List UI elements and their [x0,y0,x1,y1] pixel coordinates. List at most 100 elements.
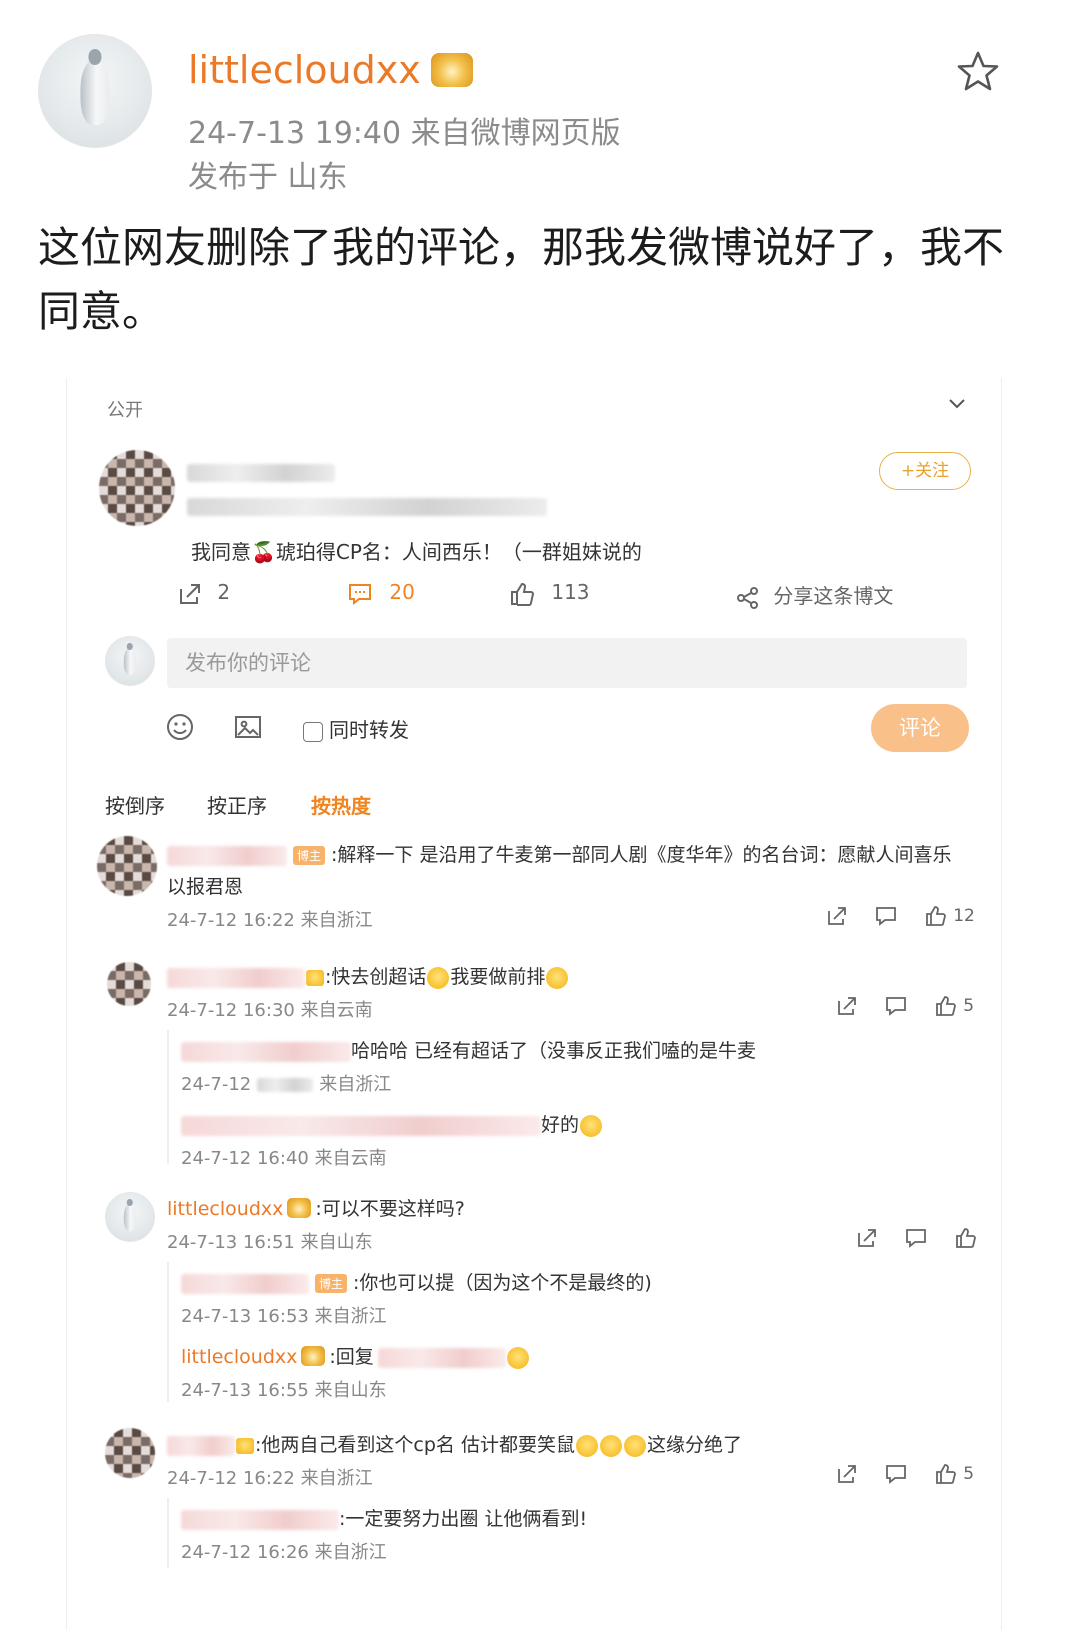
reply-meta-location: 来自浙江 [319,1074,392,1095]
also-repost-checkbox[interactable]: 同时转发 [303,714,409,743]
repost-action[interactable]: 2 [177,580,230,607]
follow-button[interactable]: +关注 [879,452,971,490]
comment-action[interactable]: 20 [347,580,415,607]
my-avatar[interactable] [105,636,155,686]
reply-meta: 24-7-12 16:26 来自浙江 [181,1542,387,1563]
share-label: 分享这条博文 [773,584,894,608]
blogger-tag: 博主 [315,1274,348,1293]
comment-2-text-a: :快去创超话 [325,966,427,988]
commenter-name[interactable]: littlecloudxx [167,1198,283,1220]
chevron-down-icon[interactable] [947,396,967,410]
comment-icon[interactable] [904,1226,928,1250]
crown-badge-icon [301,1345,326,1366]
emoji-icon [575,1434,598,1457]
weibo-author-name[interactable] [187,462,335,482]
comment-2-body: :快去创超话 我要做前排 [167,962,569,989]
emoji-icon [546,966,569,989]
checkbox-box[interactable] [303,721,323,742]
comment-1-actions: 12 [825,904,975,928]
comment-2-likes: 5 [963,996,975,1016]
emoji-icon [506,1346,529,1369]
emoji-icon [599,1434,622,1457]
comment-1-likes: 12 [953,906,975,926]
comment-1-meta: 24-7-12 16:22 来自浙江 [167,910,373,931]
emoji-icon[interactable] [165,712,195,742]
thumbs-up-icon[interactable] [934,1462,958,1486]
comment-4-text-a: :他两自己看到这个cp名 估计都要笑鼠 [255,1434,575,1456]
comment-1-body: 博主:解释一下 是沿用了牛麦第一部同人剧《度华年》的名台词：愿献人间喜乐 [167,840,967,867]
commenter-name[interactable] [167,967,305,988]
commenter-name[interactable] [167,1435,235,1456]
commenter-name[interactable] [167,845,287,866]
reply-meta: 24-7-12 来自浙江 [181,1070,391,1096]
crown-badge-icon [287,1197,312,1218]
comment-2-actions: 5 [835,994,974,1018]
replier-name[interactable] [181,1509,339,1530]
repost-icon [180,583,200,604]
also-repost-label: 同时转发 [329,718,409,742]
repost-icon[interactable] [835,1462,859,1486]
weibo-author-avatar[interactable] [99,450,175,526]
reply-thread: 哈哈哈 已经有超话了（没事反正我们嗑的是牛麦 24-7-12 来自浙江 好的 24… [167,1030,869,1169]
emoji-icon [580,1114,603,1137]
thumbs-up-icon[interactable] [934,994,958,1018]
reply-text: :你也可以提（因为这个不是最终的) [353,1272,652,1294]
comment-icon[interactable] [884,994,908,1018]
comment-icon[interactable] [874,904,898,928]
badge-icon [306,969,324,986]
sort-hot-tab[interactable]: 按热度 [311,790,371,819]
comment-input[interactable]: 发布你的评论 [167,638,967,688]
submit-comment-button[interactable]: 评论 [871,704,969,752]
share-action[interactable]: 分享这条博文 [735,580,893,611]
mentioned-user[interactable] [377,1347,506,1368]
comment-2-meta: 24-7-12 16:30 来自云南 [167,1000,373,1021]
comment-avatar[interactable] [97,836,157,896]
badge-icon [236,1437,254,1454]
comment-2-text-b: 我要做前排 [450,966,546,988]
reply-thread: 博主 :你也可以提（因为这个不是最终的) 24-7-13 16:53 来自浙江 l… [167,1262,869,1402]
reply-meta-date: 24-7-12 [181,1074,252,1095]
comment-4-text-b: 这缘分绝了 [646,1434,742,1456]
reply-text: 好的 [541,1114,580,1136]
repost-icon[interactable] [855,1226,879,1250]
sort-desc-tab[interactable]: 按倒序 [105,790,165,819]
image-icon[interactable] [233,712,263,742]
comment-1-text-cont: 以报君恩 [167,876,244,898]
comment-avatar[interactable] [105,1192,155,1242]
emoji-icon [427,966,450,989]
post-username-row: littlecloudxx [188,48,473,92]
repost-icon[interactable] [835,994,859,1018]
comment-avatar[interactable] [105,1428,155,1478]
thumbs-up-icon[interactable] [954,1226,978,1250]
comment-avatar[interactable] [107,962,151,1006]
comment-3-actions [855,1226,978,1250]
post-avatar[interactable] [38,34,152,148]
crown-badge-icon [430,52,473,87]
replier-name[interactable] [181,1041,351,1062]
obscured-time [257,1078,314,1092]
reply-meta: 24-7-13 16:55 来自山东 [181,1380,387,1401]
like-action[interactable]: 113 [509,580,590,607]
comment-icon [349,583,371,605]
reply-meta: 24-7-13 16:53 来自浙江 [181,1306,387,1327]
visibility-label: 公开 [107,400,143,421]
sort-asc-tab[interactable]: 按正序 [207,790,267,819]
weibo-text: 我同意🍒琥珀得CP名：人间西乐！（一群姐妹说的 [191,540,642,564]
reply-body: littlecloudxx:回复 [181,1342,530,1369]
blogger-tag: 博主 [293,846,326,865]
replier-name[interactable] [181,1273,309,1294]
reply-body: 好的 [181,1110,603,1137]
post-username[interactable]: littlecloudxx [188,48,421,92]
thumbs-up-icon [511,582,535,606]
favorite-star-icon[interactable] [954,48,1002,96]
comment-4-meta: 24-7-12 16:22 来自浙江 [167,1468,373,1489]
replier-name[interactable]: littlecloudxx [181,1346,297,1368]
repost-icon[interactable] [825,904,849,928]
post-location: 发布于 山东 [188,160,348,195]
comment-icon[interactable] [884,1462,908,1486]
comment-3-meta: 24-7-13 16:51 来自山东 [167,1232,373,1253]
replier-name[interactable] [181,1115,541,1136]
thumbs-up-icon[interactable] [924,904,948,928]
weibo-author-meta [187,496,547,516]
comment-4-likes: 5 [963,1464,975,1484]
